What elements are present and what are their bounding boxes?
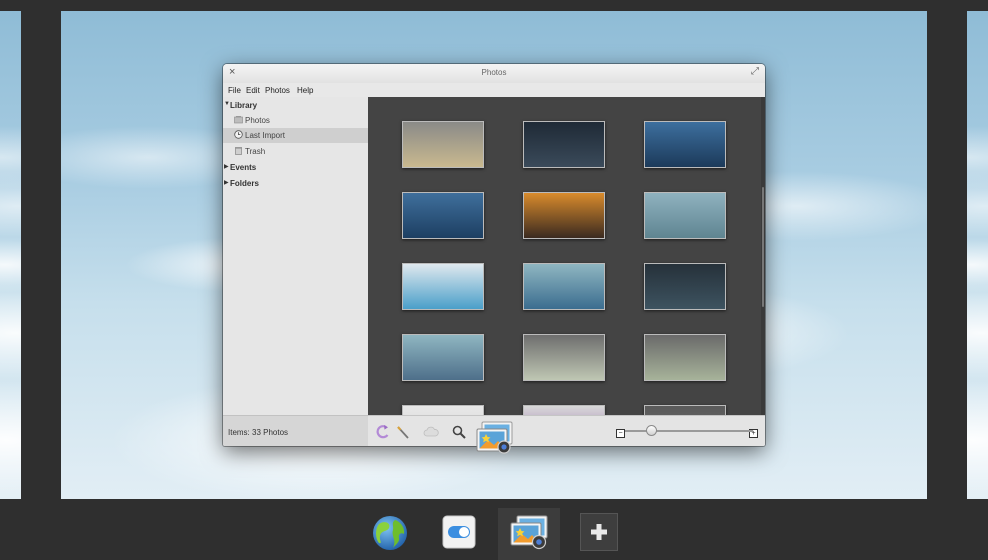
rotate-icon[interactable] [376,424,390,440]
items-count: Items: 33 Photos [228,428,289,437]
sailboat-sunset-wallpaper [524,193,604,238]
sidebar-library-header[interactable]: ▼ Library [223,98,368,113]
thumbnail-lighthouse-photo[interactable] [402,121,484,168]
sidebar-item-label: Photos [245,116,270,125]
zoom-slider[interactable] [625,430,753,432]
thumbnail-partial-light[interactable] [402,405,484,415]
thumbnail-app-grid[interactable] [644,263,726,310]
partial-light-screenshot [403,406,483,415]
menu-help[interactable]: Help [297,86,313,95]
thumbnail-island-desktop-menu[interactable] [644,121,726,168]
sidebar-item-label: Last Import [245,131,286,140]
sidebar-item-trash[interactable]: Trash [223,144,368,159]
sidebar-item-last-import[interactable]: Last Import [223,128,368,143]
photos-folder-icon [234,116,243,124]
photos-dock-icon[interactable] [509,514,551,552]
scrollbar-thumb[interactable] [762,187,764,307]
thumbnail-dark-desktop-icons[interactable] [523,121,605,168]
photo-grid[interactable] [368,97,761,415]
thumbnail-multitasking-view[interactable] [523,334,605,381]
photos-app-icon [476,421,513,454]
thumbnail-partial-colorful[interactable] [523,405,605,415]
desktop-dialog-screenshot [403,335,483,380]
zoom-slider-knob[interactable] [645,425,657,436]
plus-icon [591,524,607,540]
thumbnail-bamboo-windows[interactable] [523,263,605,310]
file-manager-screenshot [403,264,483,309]
trash-icon [235,147,242,155]
expand-right-icon[interactable]: ▶ [224,179,229,186]
maximize-icon[interactable]: ⤢ [751,66,759,77]
sidebar-library-label: Library [230,101,258,110]
bamboo-desktop-windows-screenshot [524,264,604,309]
clock-icon [234,130,243,139]
menu-photos[interactable]: Photos [265,86,290,95]
zoom-out-button[interactable]: − [616,429,625,438]
search-icon[interactable] [452,425,466,439]
sidebar-events-label: Events [230,163,257,172]
workspace-overview-screenshot [645,335,725,380]
thumbnail-sailboat-sunset[interactable] [523,192,605,239]
thumbnail-partial-dark[interactable] [644,405,726,415]
thumbnail-workspace-overview[interactable] [644,334,726,381]
title-bar: × Photos ⤢ [223,64,765,84]
sidebar-events-header[interactable]: ▶ Events [223,160,368,175]
window-title: Photos [481,68,507,77]
workspace-preview-right[interactable] [967,11,988,499]
cloud-upload-icon[interactable] [423,426,439,438]
browser-app-icon[interactable] [371,514,409,552]
partial-colorful-screenshot [524,406,604,415]
thumbnail-desktop-dialog[interactable] [402,334,484,381]
dark-desktop-icons-screenshot [524,122,604,167]
sidebar-folders-header[interactable]: ▶ Folders [223,176,368,191]
menu-file[interactable]: File [228,86,241,95]
sidebar-folders-label: Folders [230,179,259,188]
workspace-preview-left[interactable] [0,11,21,499]
sidebar-item-label: Trash [245,147,266,156]
thumbnail-file-manager[interactable] [402,263,484,310]
thumbnail-bamboo-desktop[interactable] [644,192,726,239]
sidebar-item-photos[interactable]: Photos [223,113,368,128]
island-desktop-menu-screenshot [645,122,725,167]
island-desktop-screenshot [403,193,483,238]
enhance-wand-icon[interactable] [396,424,410,440]
photos-window: × Photos ⤢ File Edit Photos Help ▼ Libra… [223,64,765,446]
menu-bar: File Edit Photos Help [223,83,765,98]
vertical-scrollbar[interactable] [761,97,765,415]
expand-right-icon[interactable]: ▶ [224,163,229,170]
lighthouse-photo [403,122,483,167]
status-bar: Items: 33 Photos [223,415,369,446]
bamboo-desktop-screenshot [645,193,725,238]
settings-app-icon[interactable] [442,515,476,549]
menu-edit[interactable]: Edit [246,86,260,95]
app-grid-dark-screenshot [645,264,725,309]
sidebar: ▼ Library Photos Last Import Trash ▶ Eve… [223,97,369,415]
partial-dark-screenshot [645,406,725,415]
multitasking-view-screenshot [524,335,604,380]
thumbnail-island-desktop[interactable] [402,192,484,239]
add-workspace-button[interactable] [580,513,618,551]
